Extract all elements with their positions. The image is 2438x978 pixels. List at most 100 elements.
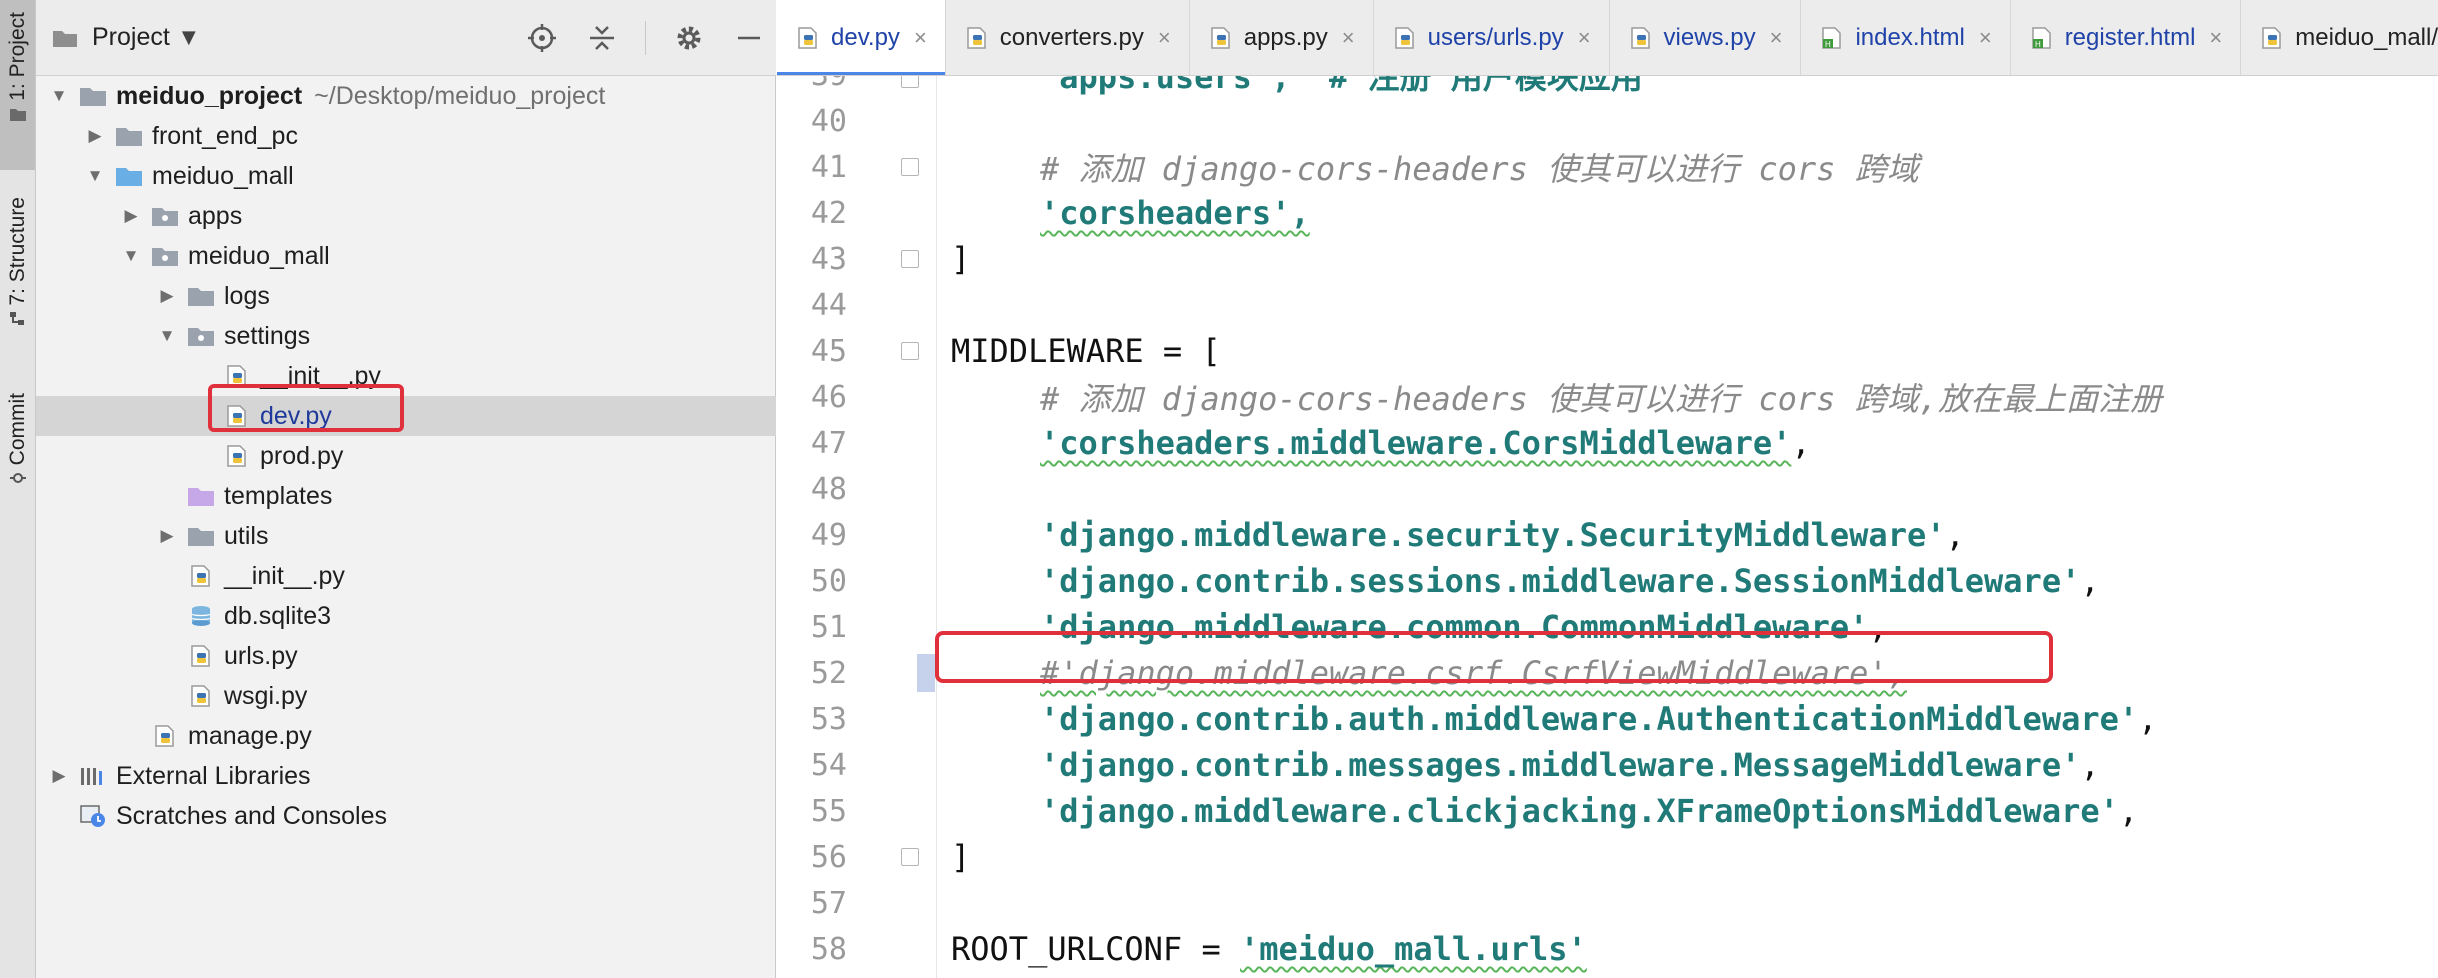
tab-apps-py[interactable]: apps.py × bbox=[1190, 0, 1374, 75]
database-icon bbox=[186, 604, 216, 628]
tree-item-apps[interactable]: ▶ apps bbox=[36, 196, 776, 236]
tree-item-label: db.sqlite3 bbox=[224, 601, 332, 630]
tab-label: dev.py bbox=[831, 23, 900, 51]
close-icon[interactable]: × bbox=[1770, 25, 1783, 51]
gear-icon[interactable] bbox=[672, 21, 706, 55]
tree-item-label: settings bbox=[224, 321, 311, 350]
chevron-down-icon[interactable]: ▼ bbox=[182, 27, 196, 48]
fold-marker-icon[interactable] bbox=[901, 250, 919, 268]
close-icon[interactable]: × bbox=[2209, 25, 2222, 51]
tree-item-settings[interactable]: ▼ settings bbox=[36, 316, 776, 356]
line-number: 45 bbox=[810, 333, 847, 369]
tab-register-html[interactable]: H register.html × bbox=[2011, 0, 2242, 75]
code-line: ] bbox=[937, 834, 2437, 880]
tab-users-urls-py[interactable]: users/urls.py × bbox=[1374, 0, 1610, 75]
change-marker[interactable] bbox=[917, 654, 935, 692]
html-file-icon: H bbox=[2029, 25, 2055, 51]
commit-tool-tab[interactable]: Commit bbox=[0, 385, 35, 515]
tree-item-label: wsgi.py bbox=[224, 681, 308, 710]
tree-item-meiduo-project[interactable]: ▼ meiduo_project ~/Desktop/meiduo_projec… bbox=[36, 76, 776, 116]
chevron-right-icon[interactable]: ▶ bbox=[156, 286, 178, 306]
line-number: 41 bbox=[810, 149, 847, 185]
tree-item-meiduo-mall-package[interactable]: ▼ meiduo_mall bbox=[36, 236, 776, 276]
chevron-down-icon[interactable]: ▼ bbox=[48, 86, 70, 106]
folder-icon bbox=[9, 108, 26, 121]
library-icon bbox=[78, 764, 108, 788]
code-text: 'corsheaders', bbox=[1040, 194, 1310, 232]
chevron-down-icon[interactable]: ▼ bbox=[156, 326, 178, 346]
tree-item-templates[interactable]: templates bbox=[36, 476, 776, 516]
svg-text:H: H bbox=[2035, 40, 2041, 49]
line-number: 42 bbox=[810, 195, 847, 231]
tree-item-path: ~/Desktop/meiduo_project bbox=[314, 81, 606, 110]
code-area[interactable]: 'apps.users', # 注册 用户模块应用 # 添加 django-co… bbox=[935, 76, 2438, 978]
close-icon[interactable]: × bbox=[1342, 25, 1355, 51]
code-line: 'corsheaders.middleware.CorsMiddleware', bbox=[1040, 424, 1811, 462]
chevron-right-icon[interactable]: ▶ bbox=[84, 126, 106, 146]
structure-tool-tab[interactable]: 7: Structure bbox=[0, 185, 35, 355]
fold-marker-icon[interactable] bbox=[901, 158, 919, 176]
project-tool-tab-label: 1: Project bbox=[5, 12, 29, 101]
fold-marker-icon[interactable] bbox=[901, 342, 919, 360]
line-number: 39 bbox=[777, 76, 847, 98]
close-icon[interactable]: × bbox=[1158, 25, 1171, 51]
code-line: # 添加 django-cors-headers 使其可以进行 cors 跨域,… bbox=[937, 374, 2437, 420]
code-line: ROOT_URLCONF = 'meiduo_mall.urls' bbox=[937, 926, 2437, 972]
code-line: MIDDLEWARE = [ bbox=[937, 328, 2437, 374]
tool-window-strip: 1: Project 7: Structure Commit bbox=[0, 0, 36, 978]
package-folder-icon bbox=[150, 204, 180, 228]
code-line: # 添加 django-cors-headers 使其可以进行 cors 跨域 bbox=[937, 144, 2437, 190]
tree-item-manage-py[interactable]: manage.py bbox=[36, 716, 776, 756]
tree-item-wsgi-py[interactable]: wsgi.py bbox=[36, 676, 776, 716]
tree-item-external-libraries[interactable]: ▶ External Libraries bbox=[36, 756, 776, 796]
tree-item-init-py[interactable]: __init__.py bbox=[36, 556, 776, 596]
tree-item-label: front_end_pc bbox=[152, 121, 298, 150]
hide-panel-icon[interactable] bbox=[732, 21, 766, 55]
fold-marker-icon[interactable] bbox=[901, 76, 919, 88]
locate-file-icon[interactable] bbox=[525, 21, 559, 55]
close-icon[interactable]: × bbox=[1578, 25, 1591, 51]
python-file-icon bbox=[186, 644, 216, 668]
tree-item-front-end-pc[interactable]: ▶ front_end_pc bbox=[36, 116, 776, 156]
close-icon[interactable]: × bbox=[1979, 25, 1992, 51]
line-number: 43 bbox=[810, 241, 847, 277]
tab-converters-py[interactable]: converters.py × bbox=[946, 0, 1190, 75]
tree-item-init-py[interactable]: __init__.py bbox=[36, 356, 776, 396]
folder-icon bbox=[186, 284, 216, 308]
folder-icon bbox=[53, 30, 77, 47]
tab-label: users/urls.py bbox=[1427, 23, 1564, 51]
tab-views-py[interactable]: views.py × bbox=[1610, 0, 1802, 75]
tree-item-urls-py[interactable]: urls.py bbox=[36, 636, 776, 676]
code-comment: # 添加 django-cors-headers 使其可以进行 cors 跨域,… bbox=[1040, 380, 2162, 418]
python-file-icon bbox=[150, 724, 180, 748]
chevron-right-icon[interactable]: ▶ bbox=[156, 526, 178, 546]
tab-label: views.py bbox=[1663, 23, 1756, 51]
tab-index-html[interactable]: H index.html × bbox=[1801, 0, 2011, 75]
tab-label: index.html bbox=[1855, 23, 1965, 51]
code-text: MIDDLEWARE = [ bbox=[951, 332, 1221, 370]
code-editor[interactable]: 39 40 41 42 43 44 45 46 47 48 49 50 51 5… bbox=[777, 76, 2438, 978]
line-number: 55 bbox=[810, 793, 847, 829]
tree-item-logs[interactable]: ▶ logs bbox=[36, 276, 776, 316]
tree-item-db-sqlite3[interactable]: db.sqlite3 bbox=[36, 596, 776, 636]
chevron-right-icon[interactable]: ▶ bbox=[48, 766, 70, 786]
tree-item-scratches-and-consoles[interactable]: Scratches and Consoles bbox=[36, 796, 776, 836]
tree-item-label: meiduo_mall bbox=[188, 241, 330, 270]
fold-marker-icon[interactable] bbox=[901, 848, 919, 866]
tab-dev-py[interactable]: dev.py × bbox=[777, 0, 946, 75]
project-tool-tab[interactable]: 1: Project bbox=[0, 0, 35, 170]
tree-item-utils[interactable]: ▶ utils bbox=[36, 516, 776, 556]
collapse-all-icon[interactable] bbox=[585, 21, 619, 55]
tab-meiduo-mall-urls[interactable]: meiduo_mall/u bbox=[2241, 0, 2438, 75]
line-number: 44 bbox=[810, 287, 847, 323]
tree-item-dev-py[interactable]: dev.py bbox=[36, 396, 776, 436]
package-folder-icon bbox=[186, 324, 216, 348]
chevron-down-icon[interactable]: ▼ bbox=[84, 166, 106, 186]
chevron-down-icon[interactable]: ▼ bbox=[120, 246, 142, 266]
tree-item-meiduo-mall[interactable]: ▼ meiduo_mall bbox=[36, 156, 776, 196]
tab-label: meiduo_mall/u bbox=[2295, 23, 2438, 51]
tree-item-prod-py[interactable]: prod.py bbox=[36, 436, 776, 476]
chevron-right-icon[interactable]: ▶ bbox=[120, 206, 142, 226]
close-icon[interactable]: × bbox=[914, 25, 927, 51]
project-view-title[interactable]: Project bbox=[92, 23, 170, 52]
